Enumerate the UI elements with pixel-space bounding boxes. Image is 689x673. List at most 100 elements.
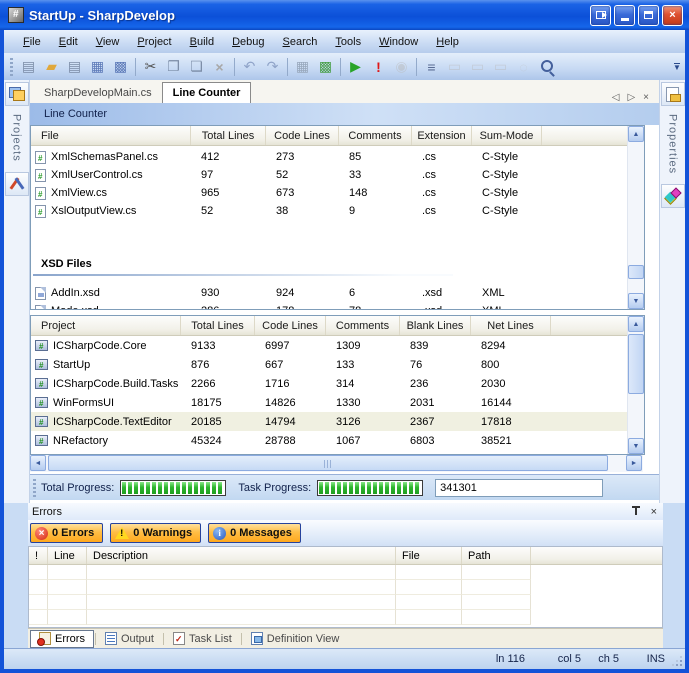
tasklist-tab-icon xyxy=(173,632,185,645)
toolbar: ▤▰▤▦▩✂❐❏×↶↷▦▩▶!◉≡▭▭▭◌ ▼ xyxy=(4,53,685,80)
undo-icon[interactable]: ↶ xyxy=(238,56,261,78)
errors-column-description[interactable]: Description xyxy=(87,547,396,564)
projects-table-scrollbar[interactable]: ▲ ▼ xyxy=(627,316,644,454)
scrollbar-thumb[interactable] xyxy=(628,265,644,279)
table-row[interactable]: XmlView.cs965673148.csC-Style xyxy=(31,184,627,202)
menu-edit[interactable]: Edit xyxy=(50,33,87,51)
paste-icon[interactable]: ❏ xyxy=(185,56,208,78)
0-errors-button[interactable]: 0 Errors xyxy=(30,523,103,543)
scroll-up-button[interactable]: ▲ xyxy=(628,316,644,332)
menu-debug[interactable]: Debug xyxy=(223,33,273,51)
panel-tab-definition-view[interactable]: Definition View xyxy=(243,630,348,648)
column-header-project[interactable]: Project xyxy=(31,316,181,335)
errors-column-file[interactable]: File xyxy=(396,547,462,564)
table-row[interactable]: ICSharpCode.Build.Tasks22661716314236203… xyxy=(31,374,627,393)
column-header-comments[interactable]: Comments xyxy=(339,126,412,145)
cut-icon[interactable]: ✂ xyxy=(139,56,162,78)
column-header-blank-lines[interactable]: Blank Lines xyxy=(400,316,471,335)
scrollbar-thumb[interactable] xyxy=(628,334,644,394)
table-row[interactable]: StartUp87666713376800 xyxy=(31,355,627,374)
panel-tab-output[interactable]: Output xyxy=(97,630,162,648)
files-table-scrollbar[interactable]: ▲ ▼ xyxy=(627,126,644,309)
scroll-down-button[interactable]: ▼ xyxy=(628,438,644,454)
table-row-partial[interactable] xyxy=(31,450,627,454)
column-header-code-lines[interactable]: Code Lines xyxy=(266,126,339,145)
strip-grip[interactable] xyxy=(33,479,36,497)
scroll-left-button[interactable]: ◄ xyxy=(30,455,46,471)
toolbar-grip[interactable] xyxy=(10,58,13,76)
0-messages-button[interactable]: 0 Messages xyxy=(208,523,301,543)
column-header-total-lines[interactable]: Total Lines xyxy=(181,316,255,335)
pin-icon[interactable] xyxy=(630,506,641,517)
column-header-comments[interactable]: Comments xyxy=(326,316,400,335)
scrollbar-thumb[interactable] xyxy=(48,455,608,471)
scroll-down-button[interactable]: ▼ xyxy=(628,293,644,309)
errors-column-path[interactable]: Path xyxy=(462,547,531,564)
delete-icon[interactable]: × xyxy=(208,56,231,78)
copy-icon[interactable]: ❐ xyxy=(162,56,185,78)
scroll-right-button[interactable]: ► xyxy=(626,455,642,471)
format-icon[interactable]: ≡ xyxy=(420,56,443,78)
panel-tab-task-list[interactable]: Task List xyxy=(165,630,240,648)
table-row[interactable]: XmlUserControl.cs975233.csC-Style xyxy=(31,166,627,184)
rollout-button[interactable] xyxy=(590,5,611,26)
menu-help[interactable]: Help xyxy=(427,33,468,51)
column-header-file[interactable]: File xyxy=(31,126,191,145)
run-icon[interactable]: ▶ xyxy=(344,56,367,78)
resize-grip[interactable] xyxy=(680,664,682,666)
build-all-icon[interactable]: ▩ xyxy=(314,56,337,78)
toolbar-overflow-button[interactable]: ▼ xyxy=(671,55,683,79)
table-row[interactable]: WinFormsUI18175148261330203116144 xyxy=(31,393,627,412)
close-button[interactable]: × xyxy=(662,5,683,26)
abort-icon[interactable]: ! xyxy=(367,56,390,78)
redo-icon[interactable]: ↷ xyxy=(261,56,284,78)
menu-project[interactable]: Project xyxy=(128,33,180,51)
column-header-code-lines[interactable]: Code Lines xyxy=(255,316,326,335)
search-icon[interactable] xyxy=(535,56,558,78)
title-bar[interactable]: StartUp - SharpDevelop × xyxy=(0,0,689,30)
panel-close-button[interactable]: × xyxy=(649,506,659,518)
save-all-icon[interactable]: ▩ xyxy=(109,56,132,78)
table-row[interactable]: XslOutputView.cs52389.csC-Style xyxy=(31,202,627,220)
menu-build[interactable]: Build xyxy=(181,33,223,51)
close-tab-button[interactable]: × xyxy=(639,92,653,103)
projects-tab-label[interactable]: Projects xyxy=(11,114,23,162)
menu-window[interactable]: Window xyxy=(370,33,427,51)
menu-search[interactable]: Search xyxy=(274,33,327,51)
column-header-total-lines[interactable]: Total Lines xyxy=(191,126,266,145)
errors-column--[interactable]: ! xyxy=(29,547,48,564)
properties-panel-button[interactable] xyxy=(661,82,685,106)
table-row[interactable]: ICSharpCode.TextEditor201851479431262367… xyxy=(31,412,627,431)
column-header-net-lines[interactable]: Net Lines xyxy=(471,316,551,335)
0-warnings-button[interactable]: 0 Warnings xyxy=(110,523,201,543)
tab-sharpdevelopmain-cs[interactable]: SharpDevelopMain.cs xyxy=(34,83,162,103)
save-as-icon[interactable]: ▤ xyxy=(63,56,86,78)
tools-panel-button[interactable] xyxy=(5,172,29,196)
properties-tab-label[interactable]: Properties xyxy=(667,114,679,174)
table-row[interactable]: NRefactory45324287881067680338521 xyxy=(31,431,627,450)
column-header-sum-mode[interactable]: Sum-Mode xyxy=(472,126,542,145)
table-row[interactable]: XmlSchemasPanel.cs41227385.csC-Style xyxy=(31,148,627,166)
menu-file[interactable]: File xyxy=(14,33,50,51)
new-file-icon[interactable]: ▤ xyxy=(17,56,40,78)
tab-line-counter[interactable]: Line Counter xyxy=(162,82,252,103)
maximize-button[interactable] xyxy=(638,5,659,26)
open-icon[interactable]: ▰ xyxy=(40,56,63,78)
next-tab-button[interactable]: ▷ xyxy=(623,92,639,103)
column-header-extension[interactable]: Extension xyxy=(412,126,472,145)
panel-tab-errors[interactable]: Errors xyxy=(30,630,94,648)
table-row[interactable]: Mode.xsd28617878.xsdXML xyxy=(31,302,627,309)
projects-panel-button[interactable] xyxy=(5,82,29,106)
horizontal-scrollbar[interactable]: ◄ ► xyxy=(30,455,643,472)
prev-tab-button[interactable]: ◁ xyxy=(608,92,624,103)
minimize-button[interactable] xyxy=(614,5,635,26)
save-icon[interactable]: ▦ xyxy=(86,56,109,78)
menu-view[interactable]: View xyxy=(87,33,129,51)
build-icon[interactable]: ▦ xyxy=(291,56,314,78)
scroll-up-button[interactable]: ▲ xyxy=(628,126,644,142)
classes-panel-button[interactable] xyxy=(661,184,685,208)
table-row[interactable]: ICSharpCode.Core9133699713098398294 xyxy=(31,336,627,355)
table-row[interactable]: AddIn.xsd9309246.xsdXML xyxy=(31,284,627,302)
errors-column-line[interactable]: Line xyxy=(48,547,87,564)
menu-tools[interactable]: Tools xyxy=(326,33,370,51)
